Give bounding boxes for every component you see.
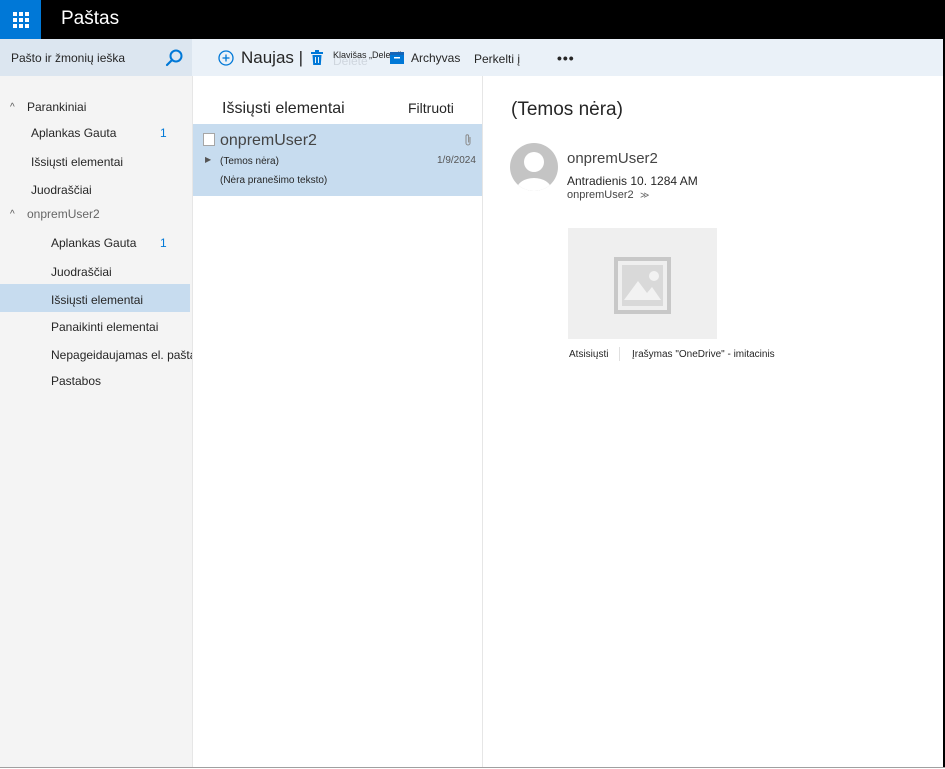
sender-avatar	[510, 143, 558, 191]
account-item-deleted[interactable]: Panaikinti elementai	[0, 314, 190, 341]
folder-label: Juodraščiai	[31, 183, 92, 197]
folder-label: Nepageidaujamas el. paštas	[51, 348, 203, 362]
archive-label: Archyvas	[411, 51, 461, 65]
account-item-notes[interactable]: Pastabos	[0, 368, 190, 395]
divider	[619, 347, 620, 361]
folder-label: Aplankas Gauta	[31, 126, 117, 140]
archive-icon	[390, 52, 404, 64]
account-label: onpremUser2	[27, 207, 100, 221]
more-options-button[interactable]: •••	[557, 51, 575, 65]
favorites-item-drafts[interactable]: Juodraščiai	[0, 177, 190, 204]
app-launcher-icon	[12, 11, 29, 28]
folder-label: Išsiųsti elementai	[31, 155, 124, 169]
account-group-header[interactable]: ^ onpremUser2	[0, 201, 190, 228]
trash-icon	[311, 50, 323, 65]
plus-circle-icon	[218, 50, 234, 66]
favorites-label: Parankiniai	[27, 100, 87, 114]
image-placeholder-icon	[614, 257, 671, 314]
chevron-up-icon: ^	[10, 102, 15, 113]
folder-label: Išsiųsti elementai	[51, 293, 144, 307]
message-select-checkbox[interactable]	[203, 133, 215, 146]
app-title: Paštas	[61, 8, 120, 29]
message-date: 1/9/2024	[437, 155, 476, 166]
folder-label: Juodraščiai	[51, 265, 112, 279]
favorites-item-inbox[interactable]: Aplankas Gauta 1	[0, 120, 190, 147]
unread-count-badge: 1	[160, 236, 167, 250]
message-preview: (Nėra pranešimo teksto)	[220, 175, 328, 186]
search-icon[interactable]	[164, 48, 184, 68]
chevron-up-icon: ^	[10, 209, 15, 220]
account-item-sent[interactable]: Išsiųsti elementai	[0, 284, 190, 312]
reading-recipient[interactable]: onpremUser2	[567, 189, 634, 202]
reading-sender[interactable]: onpremUser2	[567, 150, 658, 168]
filter-button[interactable]: Filtruoti	[408, 100, 454, 117]
attachment-download-link[interactable]: Atsisiųsti	[569, 349, 608, 361]
reading-date: Antradienis 10. 1284 AM	[567, 174, 698, 188]
folder-label: Pastabos	[51, 374, 102, 388]
attachment-paperclip-icon	[465, 134, 471, 146]
folder-label: Panaikinti elementai	[51, 320, 159, 334]
archive-button[interactable]: Archyvas	[390, 48, 460, 68]
reading-pane-subject: (Temos nėra)	[511, 99, 623, 120]
account-item-junk[interactable]: Nepageidaujamas el. paštas	[0, 342, 203, 369]
account-item-drafts[interactable]: Juodraščiai	[0, 259, 190, 286]
unread-count-badge: 1	[160, 126, 167, 140]
app-launcher-button[interactable]	[0, 0, 41, 39]
message-subject: (Temos nėra)	[220, 156, 279, 167]
message-list-title: Išsiųsti elementai	[222, 100, 345, 117]
top-bar: Paštas	[0, 0, 945, 39]
person-icon	[517, 152, 551, 191]
delete-button[interactable]	[310, 48, 324, 68]
folder-label: Aplankas Gauta	[51, 236, 137, 250]
search-input[interactable]: Pašto ir žmonių ieška	[11, 51, 125, 65]
attachment-save-onedrive-link[interactable]: Įrašymas "OneDrive" - imitacinis	[632, 349, 775, 361]
expand-recipients-icon[interactable]: ≫	[640, 190, 649, 201]
favorites-group-header[interactable]: ^ Parankiniai	[0, 94, 190, 121]
move-to-button[interactable]: Perkelti į	[474, 52, 520, 66]
expand-conversation-icon[interactable]: ▶	[205, 155, 211, 164]
account-item-inbox[interactable]: Aplankas Gauta 1	[0, 230, 190, 257]
favorites-item-sent[interactable]: Išsiųsti elementai	[0, 149, 190, 176]
new-message-label: Naujas |	[241, 48, 304, 67]
message-sender: onpremUser2	[220, 132, 317, 149]
new-message-button[interactable]: Naujas |	[218, 46, 303, 70]
